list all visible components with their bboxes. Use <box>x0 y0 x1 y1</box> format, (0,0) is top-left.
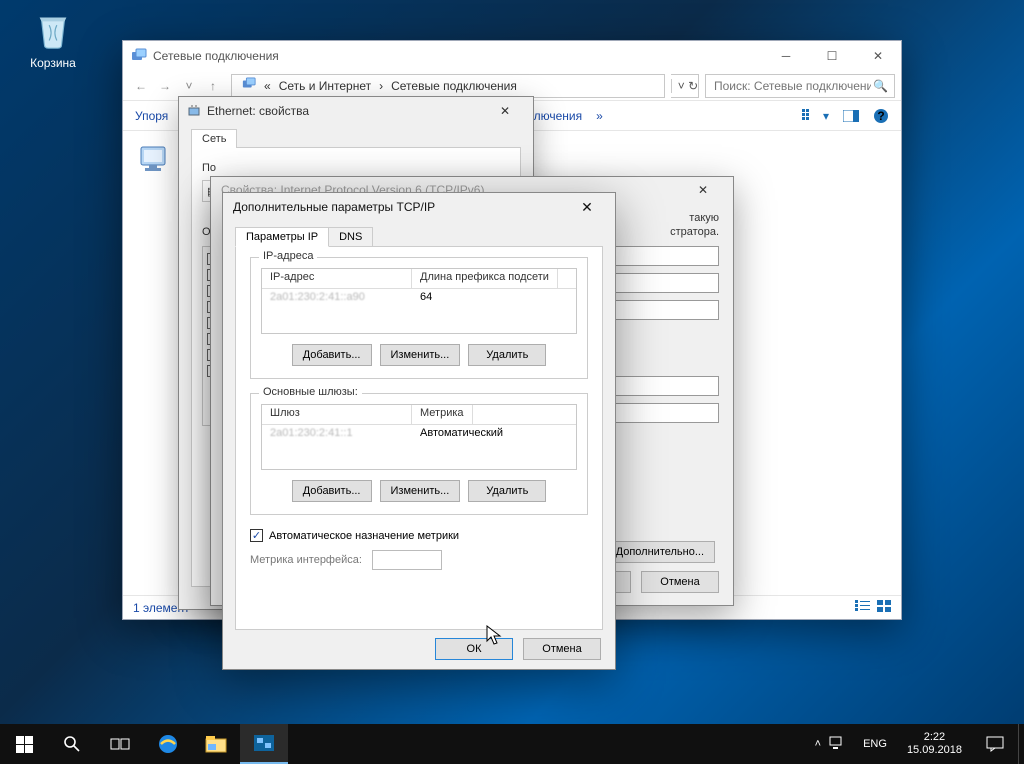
task-view-button[interactable] <box>96 724 144 764</box>
auto-metric-label: Автоматическое назначение метрики <box>269 530 459 542</box>
breadcrumb-l1[interactable]: Сеть и Интернет <box>275 79 375 93</box>
view-layout-button[interactable]: ▾ <box>802 109 829 123</box>
start-button[interactable] <box>0 724 48 764</box>
explorer-title: Сетевые подключения <box>153 49 279 63</box>
auto-metric-row[interactable]: ✓ Автоматическое назначение метрики <box>250 529 588 542</box>
search-button[interactable] <box>48 724 96 764</box>
gateways-group: Основные шлюзы: Шлюз Метрика 2a01:230:2:… <box>250 393 588 515</box>
breadcrumb[interactable]: « Сеть и Интернет › Сетевые подключения <box>231 74 665 98</box>
ip-col-address[interactable]: IP-адрес <box>262 269 412 288</box>
minimize-button[interactable]: ─ <box>763 41 809 71</box>
nav-recent-icon[interactable]: ˅ <box>177 74 201 98</box>
ip-delete-button[interactable]: Удалить <box>468 344 546 366</box>
svg-text:?: ? <box>877 109 884 123</box>
breadcrumb-l2[interactable]: Сетевые подключения <box>387 79 521 93</box>
ipv6-info-tail2: стратора. <box>670 226 719 238</box>
help-button[interactable]: ? <box>873 108 889 124</box>
gw-edit-button[interactable]: Изменить... <box>380 480 461 502</box>
search-box[interactable]: 🔍 <box>705 74 895 98</box>
ipv6-info-tail: такую <box>689 212 719 224</box>
ip-addresses-group: IP-адреса IP-адрес Длина префикса подсет… <box>250 257 588 379</box>
ip-listview[interactable]: IP-адрес Длина префикса подсети 2a01:230… <box>261 268 577 334</box>
ip-edit-button[interactable]: Изменить... <box>380 344 461 366</box>
maximize-button[interactable]: ☐ <box>809 41 855 71</box>
ethernet-title: Ethernet: свойства <box>207 104 309 118</box>
view-large-icon[interactable] <box>877 600 891 615</box>
taskbar: ˄ ENG 2:22 15.09.2018 <box>0 724 1024 764</box>
tab-ip-params[interactable]: Параметры IP <box>235 227 329 247</box>
interface-metric-label: Метрика интерфейса: <box>250 554 362 566</box>
auto-metric-checkbox[interactable]: ✓ <box>250 529 263 542</box>
tab-dns[interactable]: DNS <box>328 227 373 247</box>
search-icon: 🔍 <box>873 79 888 93</box>
gw-group-title: Основные шлюзы: <box>259 386 362 398</box>
gw-delete-button[interactable]: Удалить <box>468 480 546 502</box>
advanced-cancel-button[interactable]: Отмена <box>523 638 601 660</box>
clock[interactable]: 2:22 15.09.2018 <box>897 731 972 757</box>
ipv6-close-button[interactable]: ✕ <box>683 178 723 202</box>
interface-metric-input <box>372 550 442 570</box>
ethernet-titlebar[interactable]: Ethernet: свойства ✕ <box>179 97 533 125</box>
ethernet-close-button[interactable]: ✕ <box>485 99 525 123</box>
advanced-close-button[interactable]: ✕ <box>569 195 605 219</box>
ip-row[interactable]: 2a01:230:2:41::a90 64 <box>262 289 576 305</box>
advanced-tcpip-dialog: Дополнительные параметры TCP/IP ✕ Параме… <box>222 192 616 670</box>
chevron-right-icon: › <box>375 79 387 93</box>
tray-network-icon[interactable] <box>829 736 845 753</box>
advanced-title: Дополнительные параметры TCP/IP <box>233 200 435 214</box>
desktop-recycle-bin[interactable]: Корзина <box>18 6 88 70</box>
toolbar-more[interactable]: » <box>596 109 603 123</box>
network-connections-taskbar-icon[interactable] <box>240 724 288 764</box>
nav-up-icon[interactable]: ↑ <box>201 74 225 98</box>
nav-back-icon[interactable]: ← <box>129 74 153 98</box>
file-explorer-taskbar-icon[interactable] <box>192 724 240 764</box>
advanced-button[interactable]: Дополнительно... <box>605 541 715 563</box>
ip-group-title: IP-адреса <box>259 250 317 262</box>
recycle-bin-icon <box>30 6 76 52</box>
breadcrumb-icon <box>238 77 260 94</box>
gw-add-button[interactable]: Добавить... <box>292 480 372 502</box>
ip-col-prefix[interactable]: Длина префикса подсети <box>412 269 558 288</box>
ethernet-tab-network[interactable]: Сеть <box>191 129 237 148</box>
action-center-button[interactable] <box>972 724 1018 764</box>
connect-using-label: По <box>202 162 510 174</box>
ethernet-icon <box>187 104 201 118</box>
ipv6-cancel-button[interactable]: Отмена <box>641 571 719 593</box>
view-details-icon[interactable] <box>855 600 871 615</box>
gw-row[interactable]: 2a01:230:2:41::1 Автоматический <box>262 425 576 441</box>
ip-value: 2a01:230:2:41::a90 <box>262 289 412 305</box>
search-input[interactable] <box>712 78 873 94</box>
network-connections-icon <box>131 48 147 64</box>
tab-pane: IP-адреса IP-адрес Длина префикса подсет… <box>235 246 603 630</box>
gw-col-metric[interactable]: Метрика <box>412 405 473 424</box>
gw-listview[interactable]: Шлюз Метрика 2a01:230:2:41::1 Автоматиче… <box>261 404 577 470</box>
close-button[interactable]: ✕ <box>855 41 901 71</box>
toolbar-organize[interactable]: Упоря <box>135 109 168 123</box>
clock-time: 2:22 <box>907 731 962 744</box>
gw-metric-value: Автоматический <box>412 425 511 441</box>
breadcrumb-prefix: « <box>260 79 275 93</box>
ie-taskbar-icon[interactable] <box>144 724 192 764</box>
preview-pane-button[interactable] <box>843 110 859 122</box>
advanced-titlebar[interactable]: Дополнительные параметры TCP/IP ✕ <box>223 193 615 221</box>
tray-overflow-icon[interactable]: ˄ <box>815 738 821 750</box>
gw-value: 2a01:230:2:41::1 <box>262 425 412 441</box>
refresh-button[interactable]: ˅ ↻ <box>671 74 699 98</box>
network-adapter-icon[interactable] <box>139 145 175 177</box>
nav-forward-icon[interactable]: → <box>153 74 177 98</box>
show-desktop-button[interactable] <box>1018 724 1024 764</box>
recycle-bin-label: Корзина <box>18 56 88 70</box>
clock-date: 15.09.2018 <box>907 744 962 757</box>
ip-add-button[interactable]: Добавить... <box>292 344 372 366</box>
advanced-ok-button[interactable]: ОК <box>435 638 513 660</box>
gw-col-gateway[interactable]: Шлюз <box>262 405 412 424</box>
language-indicator[interactable]: ENG <box>853 738 897 750</box>
explorer-titlebar[interactable]: Сетевые подключения ─ ☐ ✕ <box>123 41 901 71</box>
prefix-value: 64 <box>412 289 440 305</box>
